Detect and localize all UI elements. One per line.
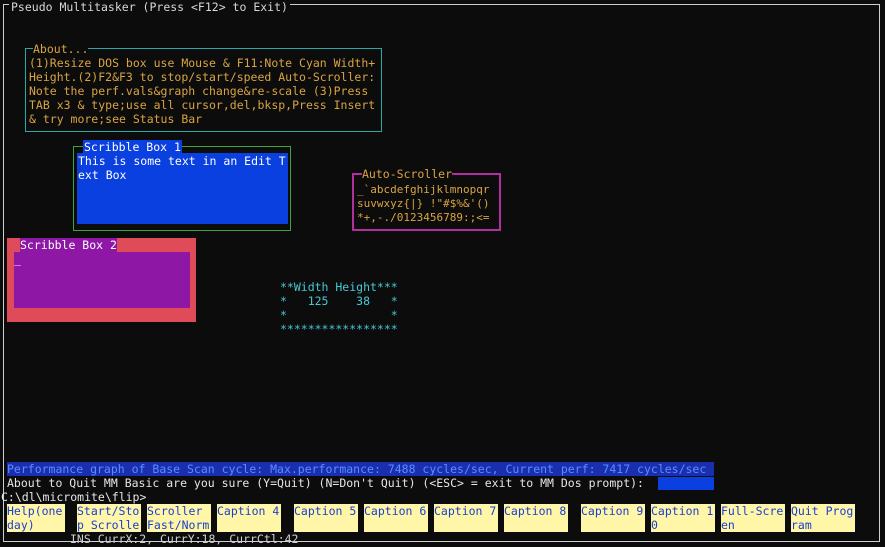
fkey-9-caption[interactable]: Caption 9: [581, 504, 645, 532]
fkey-3-scroller-speed[interactable]: Scroller Fast/Norm: [147, 504, 211, 532]
dimensions-values: * 125 38 *: [280, 294, 398, 308]
fkey-8-caption[interactable]: Caption 8: [504, 504, 568, 532]
dimensions-header: **Width Height***: [280, 280, 398, 294]
about-box-text: (1)Resize DOS box use Mouse & F11:Note C…: [29, 56, 376, 126]
window-dimensions-readout: **Width Height*** * 125 38 * * * **********…: [280, 280, 398, 336]
dimensions-blank-row: * *: [280, 308, 398, 322]
auto-scroller-text: _`abcdefghijklmnopqr suvwxyz{|} !"#$%&'(…: [357, 183, 490, 224]
fkey-4-caption[interactable]: Caption 4: [217, 504, 281, 532]
fkey-11-full-screen[interactable]: Full-Scre en: [721, 504, 785, 532]
fkey-2-start-stop-scroller[interactable]: Start/Sto p Scrolle: [77, 504, 141, 532]
fkey-10-caption[interactable]: Caption 1 0: [651, 504, 715, 532]
scribble-box-2-edit-area[interactable]: [14, 252, 190, 308]
dos-prompt-line: C:\dl\micromite\flip>: [1, 490, 147, 504]
performance-graph-line: Performance graph of Base Scan cycle: Ma…: [7, 462, 714, 476]
quit-confirmation-prompt: About to Quit MM Basic are you sure (Y=Q…: [7, 476, 644, 490]
scribble-box-1-text[interactable]: This is some text in an Edit T ext Box: [78, 154, 286, 182]
status-bar: INS CurrX:2, CurrY:18, CurrCtl:42: [70, 532, 299, 546]
fkey-5-caption[interactable]: Caption 5: [294, 504, 358, 532]
about-box-title: About...: [33, 42, 89, 56]
fkey-7-caption[interactable]: Caption 7: [434, 504, 498, 532]
scribble-box-1-title: Scribble Box 1: [83, 140, 182, 154]
dimensions-footer: *****************: [280, 322, 398, 336]
fkey-6-caption[interactable]: Caption 6: [364, 504, 428, 532]
quit-answer-input[interactable]: [658, 477, 714, 490]
scribble-box-2-title: Scribble Box 2: [20, 238, 117, 252]
fkey-1-help[interactable]: Help(one day): [7, 504, 65, 532]
window-title: Pseudo Multitasker (Press <F12> to Exit): [9, 0, 290, 14]
auto-scroller-title: Auto-Scroller: [362, 167, 453, 181]
text-cursor: _: [14, 252, 21, 266]
fkey-12-quit-program[interactable]: Quit Prog ram: [791, 504, 855, 532]
